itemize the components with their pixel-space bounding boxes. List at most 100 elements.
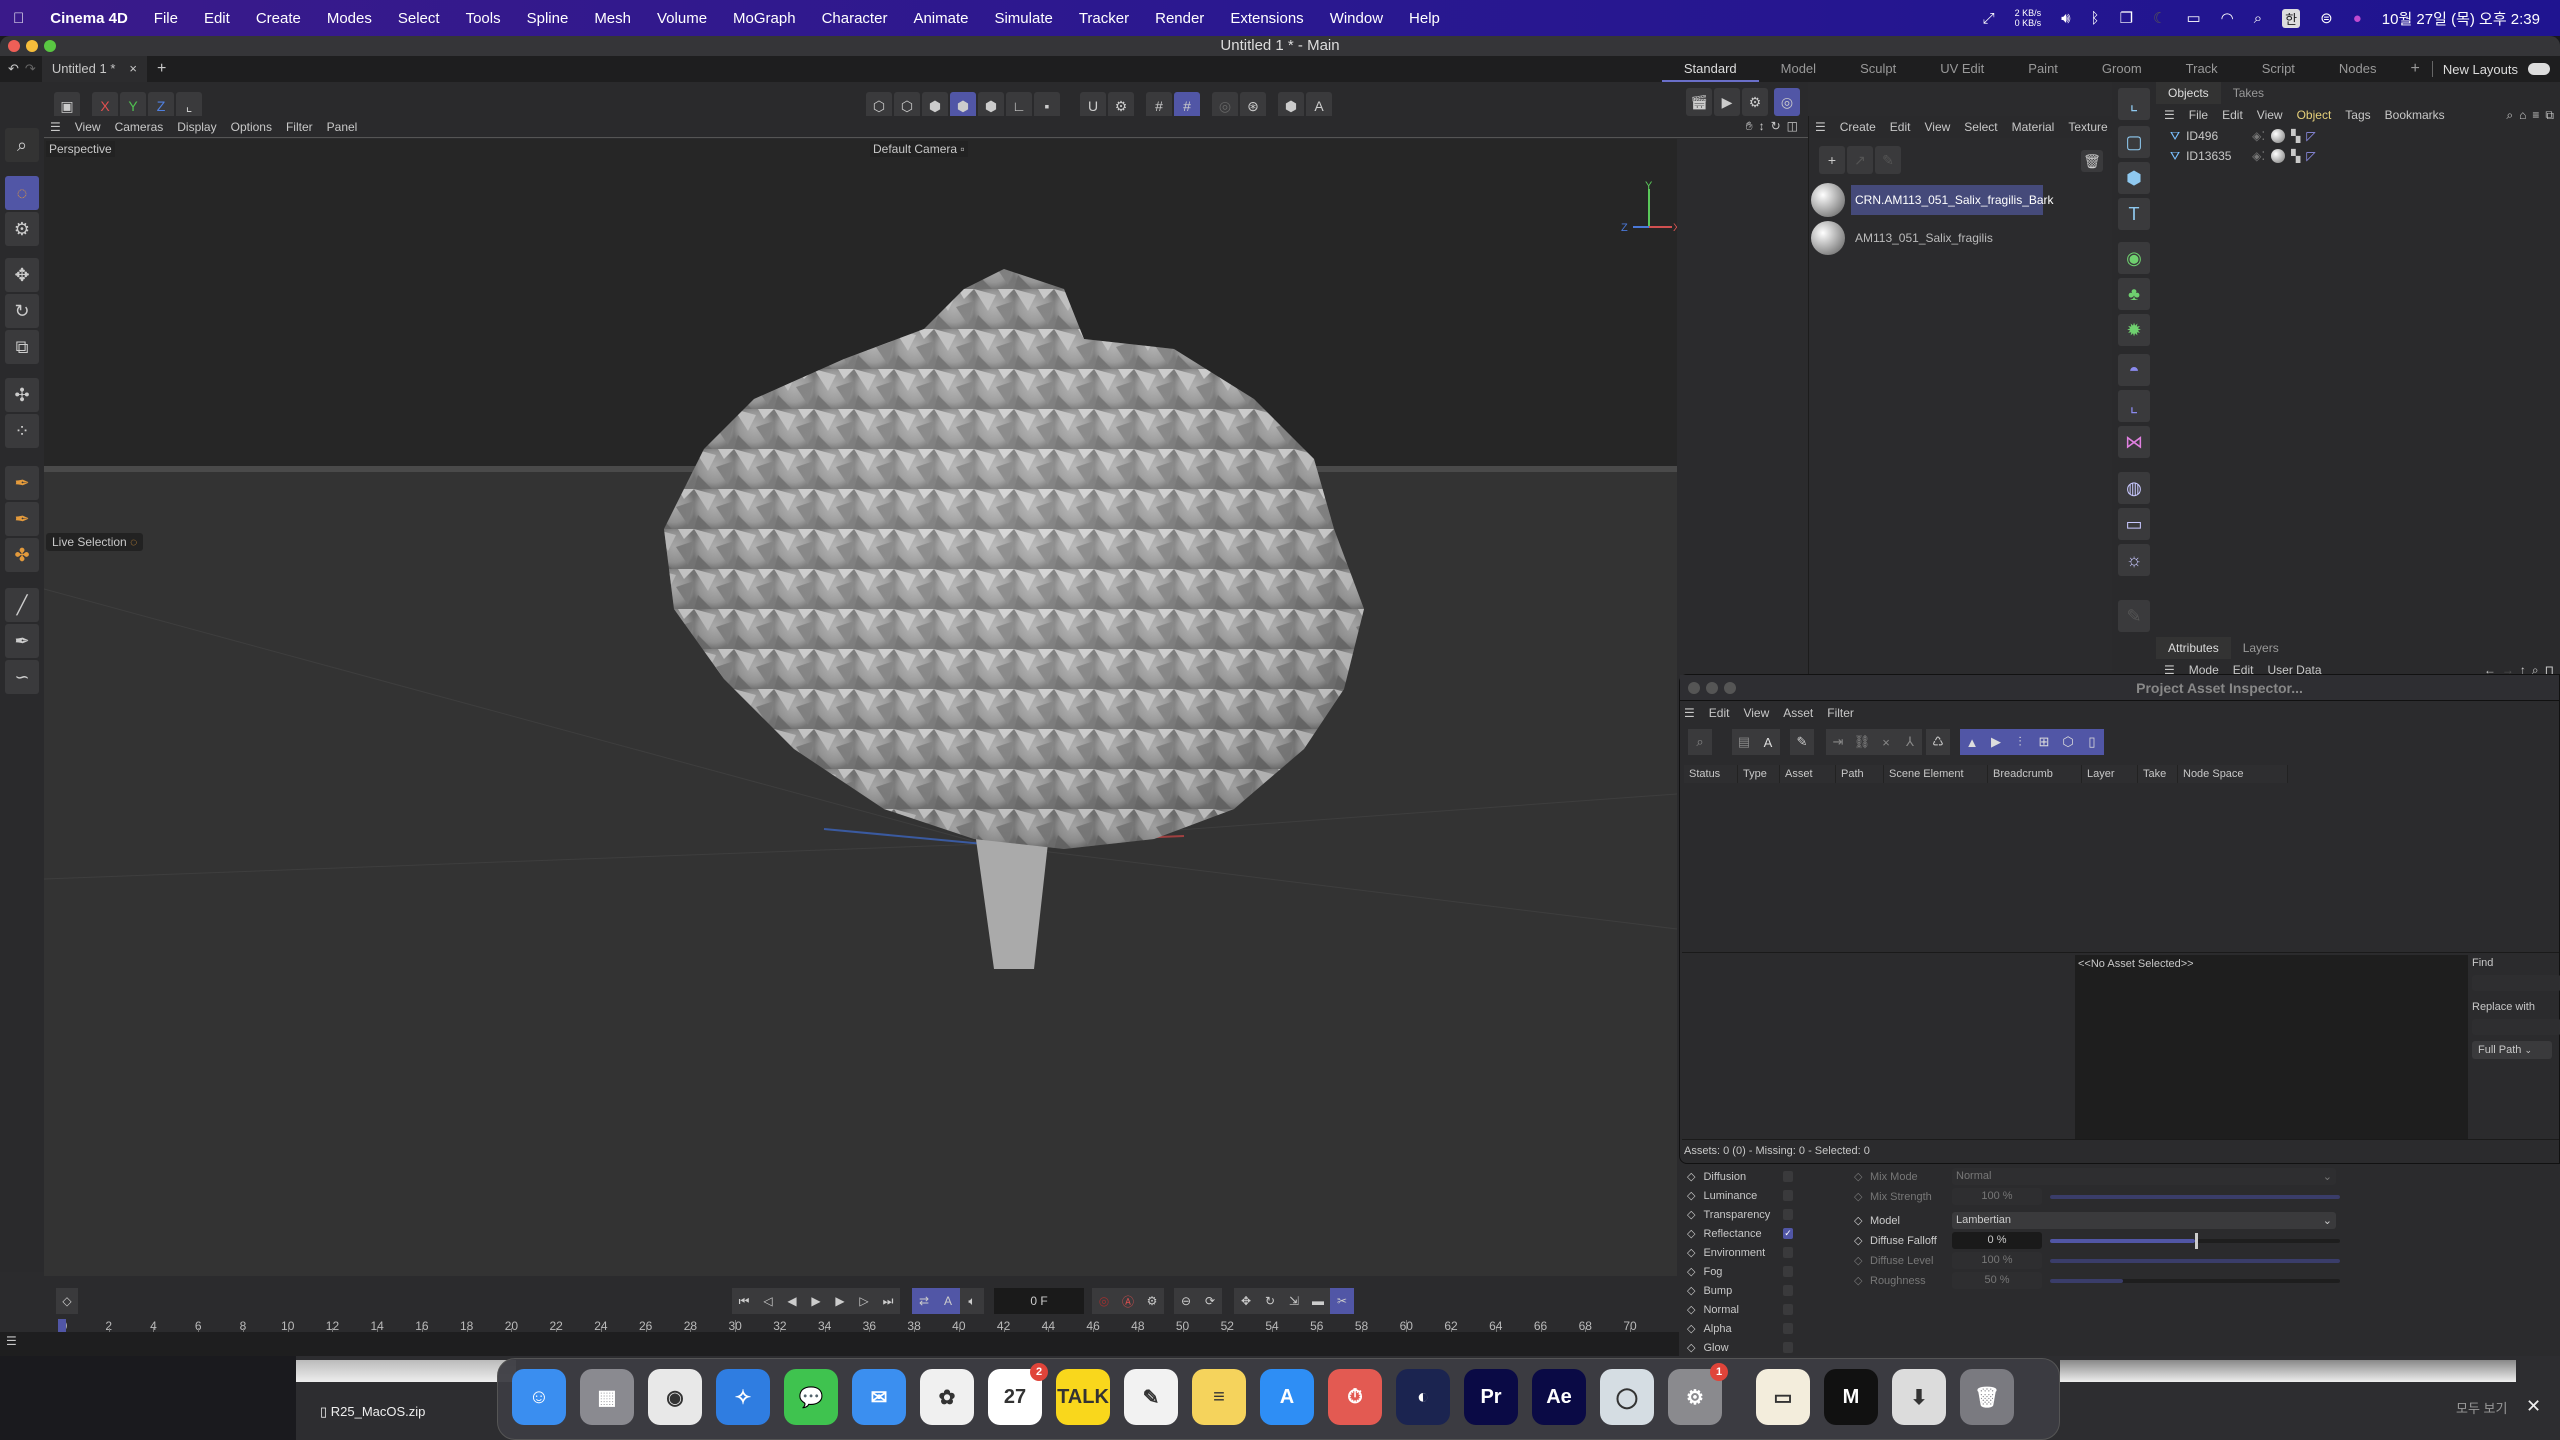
column-header-layer[interactable]: Layer (2082, 765, 2138, 783)
asset-table-body[interactable] (1682, 787, 2559, 953)
localize-icon[interactable]: ⇥ (1826, 729, 1850, 755)
delete-icon[interactable]: × (1874, 729, 1898, 755)
menu-extensions[interactable]: Extensions (1217, 10, 1316, 27)
filter-icon[interactable]: ≡ (2532, 108, 2539, 123)
tool-settings-icon[interactable]: ⚙ (5, 212, 39, 246)
keyframe-diamond-icon[interactable]: ◇ (1854, 1274, 1870, 1287)
add-layout-icon[interactable]: + (2399, 60, 2432, 78)
recycle-icon[interactable]: ♺ (1926, 729, 1950, 755)
show-in-finder-icon[interactable]: ⌕ (1688, 729, 1712, 755)
dock-cinema-4d-icon[interactable]: ◐ (1396, 1369, 1450, 1425)
render-active-view-icon[interactable]: 🎬︎ (1686, 88, 1712, 116)
edit-icon[interactable]: ✎ (2118, 600, 2150, 632)
3d-viewport[interactable]: Perspective Default Camera ▫ Live Select… (44, 139, 1677, 1276)
volume-icon[interactable]: 🔊︎ (2061, 10, 2070, 27)
menu-mesh[interactable]: Mesh (581, 10, 644, 27)
menu-create[interactable]: Create (243, 10, 314, 27)
layout-tab-nodes[interactable]: Nodes (2317, 56, 2399, 82)
dolly-icon[interactable]: ↕ (1759, 119, 1765, 134)
screen-mirror-icon[interactable]: ❐ (2120, 9, 2133, 27)
column-header-path[interactable]: Path (1836, 765, 1884, 783)
material-menu-view[interactable]: View (1924, 120, 1950, 134)
home-icon[interactable]: ⌂ (2519, 108, 2526, 123)
tab-objects[interactable]: Objects (2156, 82, 2221, 104)
channel-row[interactable]: ◇ Transparency (1687, 1205, 1770, 1224)
material-menu-edit[interactable]: Edit (1890, 120, 1911, 134)
column-header-status[interactable]: Status (1684, 765, 1738, 783)
object-row[interactable]: ⛛ ID496 ◈⁚ ▚ ◸ (2156, 126, 2560, 146)
dock-launchpad-icon[interactable]: ▦ (580, 1369, 634, 1425)
material-tag-icon[interactable] (2271, 149, 2286, 163)
new-tab-icon[interactable]: + (157, 60, 166, 78)
inspector-close-button[interactable] (1688, 682, 1700, 694)
column-header-scene-element[interactable]: Scene Element (1884, 765, 1988, 783)
path-mode-select[interactable]: Full Path ⌄ (2472, 1041, 2552, 1059)
apple-icon[interactable]:  (0, 10, 37, 27)
dock-calendar-icon[interactable]: 27 2 (988, 1363, 1048, 1425)
channel-checkbox[interactable] (1783, 1247, 1793, 1258)
channel-checkbox[interactable] (1783, 1190, 1793, 1201)
render-settings-icon[interactable]: ⚙ (1742, 88, 1768, 116)
null-object-icon[interactable]: ⌞ (2118, 88, 2150, 120)
property-slider[interactable] (2050, 1194, 2340, 1199)
camera-icon[interactable]: ▭ (2118, 508, 2150, 540)
property-value-field[interactable]: 50 % (1952, 1272, 2042, 1289)
property-slider[interactable] (2050, 1278, 2340, 1283)
channel-checkbox[interactable] (1783, 1342, 1793, 1353)
search-icon[interactable]: ⌕ (2506, 108, 2513, 123)
delete-material-icon[interactable]: 🗑︎ (2081, 150, 2103, 172)
channel-checkbox[interactable]: ✓ (1783, 1228, 1793, 1239)
keyframe-diamond-icon[interactable]: ◇ (1687, 1341, 1695, 1354)
dock-textedit-icon[interactable]: ✎ (1124, 1369, 1178, 1425)
object-row[interactable]: ⛛ ID13635 ◈⁚ ▚ ◸ (2156, 146, 2560, 166)
text-icon[interactable]: A (1756, 729, 1780, 755)
property-slider[interactable] (2050, 1258, 2340, 1263)
property-select[interactable]: Normal ⌄ (1952, 1168, 2336, 1185)
toggle-icon[interactable]: ▤ (1732, 729, 1756, 755)
property-value-field[interactable]: 100 % (1952, 1188, 2042, 1205)
keyframe-diamond-icon[interactable]: ◇ (1687, 1227, 1695, 1240)
keyframe-diamond-icon[interactable]: ◇ (1687, 1208, 1695, 1221)
environment-globe-icon[interactable]: ◍ (2118, 472, 2150, 504)
inspector-menu-hamburger-icon[interactable]: ☰ (1684, 706, 1695, 720)
timeline-ruler[interactable]: 0246810121416182022242628303234363840424… (44, 1276, 1677, 1336)
zoom-window-button[interactable] (44, 40, 56, 52)
material-menu-material[interactable]: Material (2012, 120, 2055, 134)
viewport-menu-display[interactable]: Display (177, 120, 216, 134)
channel-checkbox[interactable] (1783, 1209, 1793, 1220)
dock-finder-icon[interactable]: ☺ (512, 1369, 566, 1425)
new-layouts-toggle[interactable] (2528, 63, 2550, 75)
close-tab-icon[interactable]: × (129, 56, 137, 82)
undo-icon[interactable]: ↶ (8, 61, 19, 77)
material-item[interactable]: AM113_051_Salix_fragilis (1809, 220, 2109, 256)
layer-visibility-icon[interactable]: ◈⁚ (2252, 129, 2265, 143)
viewport-menu-view[interactable]: View (75, 120, 101, 134)
transform-tool-icon[interactable]: ✣ (5, 378, 39, 412)
menu-animate[interactable]: Animate (900, 10, 981, 27)
menu-app-name[interactable]: Cinema 4D (37, 10, 141, 27)
status-bar-menu-icon[interactable]: ☰ (6, 1334, 17, 1348)
objects-menu-file[interactable]: File (2189, 108, 2208, 122)
redo-icon[interactable]: ↷ (25, 61, 36, 77)
sketch-tool-icon[interactable]: ∽ (5, 660, 39, 694)
material-tag-icon[interactable] (2271, 129, 2286, 143)
rotate-tool-icon[interactable]: ↻ (5, 294, 39, 328)
pan-hand-icon[interactable]: ✋︎ (1746, 119, 1753, 134)
new-material-icon[interactable]: + (1819, 146, 1845, 174)
channel-row[interactable]: ◇ Glow (1687, 1338, 1729, 1356)
keyframe-diamond-icon[interactable]: ◇ (1854, 1190, 1870, 1203)
menu-character[interactable]: Character (809, 10, 901, 27)
channel-row[interactable]: ◇ Environment (1687, 1243, 1765, 1262)
dock-archive-icon[interactable]: ▭ (1756, 1369, 1810, 1425)
text-spline-icon[interactable]: T (2118, 198, 2150, 230)
menu-select[interactable]: Select (385, 10, 453, 27)
keyframe-diamond-icon[interactable]: ◇ (1687, 1265, 1695, 1278)
viewport-menu-panel[interactable]: Panel (327, 120, 358, 134)
eyedropper-icon[interactable]: ✎ (1875, 146, 1901, 174)
inspector-menu-asset[interactable]: Asset (1783, 706, 1813, 720)
dock-system-preferences-icon[interactable]: ⚙ 1 (1668, 1363, 1728, 1425)
dock-chrome-icon[interactable]: ◉ (648, 1369, 702, 1425)
wifi-icon[interactable]: ◠ (2221, 9, 2234, 27)
dock-photos-icon[interactable]: ✿ (920, 1369, 974, 1425)
keyframe-diamond-icon[interactable]: ◇ (1687, 1189, 1695, 1202)
